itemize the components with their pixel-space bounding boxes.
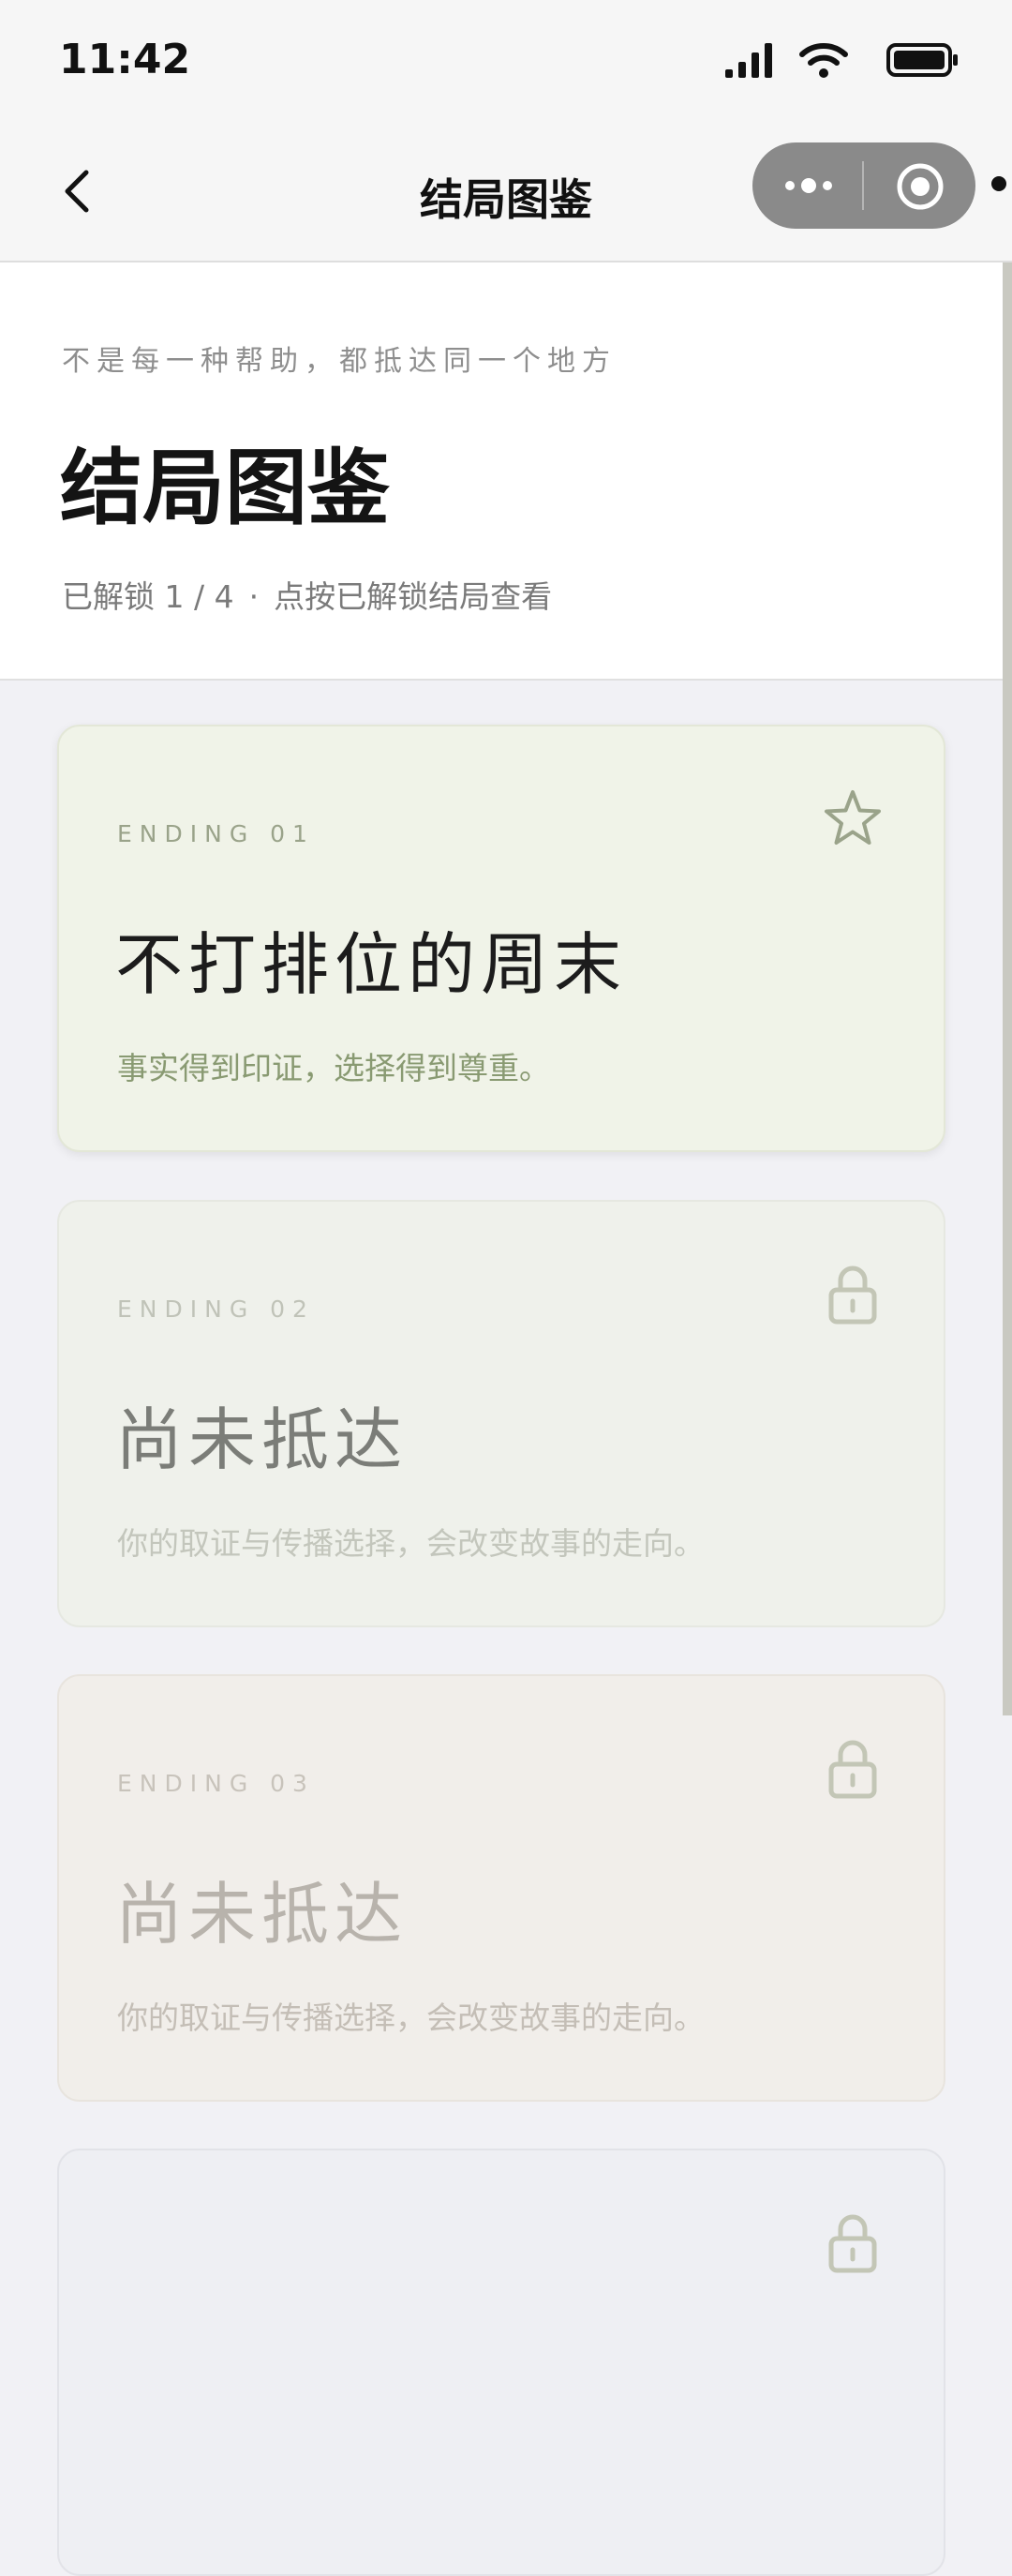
ending-card-4[interactable] [57, 2149, 945, 2576]
ending-title: 不打排位的周末 [115, 925, 628, 1004]
ending-label: ENDING 03 [117, 1770, 315, 1797]
capsule-divider [862, 161, 864, 210]
separator-dot: · [248, 578, 260, 615]
edge-dot [991, 176, 1006, 191]
header-panel: 不是每一种帮助，都抵达同一个地方 结局图鉴 已解锁 1 / 4 · 点按已解锁结局查… [0, 262, 1003, 681]
battery-icon [886, 43, 958, 77]
ending-card-2[interactable]: ENDING 02 尚未抵达 你的取证与传播选择，会改变故事的走向。 [57, 1200, 945, 1627]
ending-card-3[interactable]: ENDING 03 尚未抵达 你的取证与传播选择，会改变故事的走向。 [57, 1674, 945, 2102]
ending-card-1[interactable]: ENDING 01 不打排位的周末 事实得到印证，选择得到尊重。 [57, 725, 945, 1152]
ending-description: 你的取证与传播选择，会改变故事的走向。 [117, 1999, 705, 2036]
page-title: 结局图鉴 [60, 440, 391, 536]
lock-icon [828, 2214, 877, 2273]
ending-title: 尚未抵达 [115, 1875, 409, 1954]
lock-icon [828, 1266, 877, 1325]
more-icon[interactable] [781, 163, 837, 208]
tagline: 不是每一种帮助，都抵达同一个地方 [62, 345, 617, 378]
wifi-icon [799, 43, 848, 78]
ending-description: 事实得到印证，选择得到尊重。 [117, 1050, 550, 1086]
star-icon [825, 790, 881, 845]
hint-text: 点按已解锁结局查看 [274, 578, 553, 615]
ending-label: ENDING 01 [117, 820, 315, 847]
scrollbar[interactable] [1003, 262, 1012, 1715]
lock-icon [828, 1740, 877, 1799]
unlock-progress: 已解锁 1 / 4 · 点按已解锁结局查看 [62, 572, 552, 617]
unlocked-count: 已解锁 1 / 4 [62, 578, 234, 615]
ending-title: 尚未抵达 [115, 1400, 409, 1479]
close-circle-icon[interactable] [895, 161, 945, 212]
status-bar: 11:42 [0, 0, 1012, 122]
signal-icon [725, 43, 772, 78]
nav-bar: 结局图鉴 [0, 122, 1012, 262]
mini-program-capsule [752, 142, 975, 229]
ending-description: 你的取证与传播选择，会改变故事的走向。 [117, 1525, 705, 1562]
ending-label: ENDING 02 [117, 1295, 315, 1323]
status-time: 11:42 [59, 36, 191, 83]
